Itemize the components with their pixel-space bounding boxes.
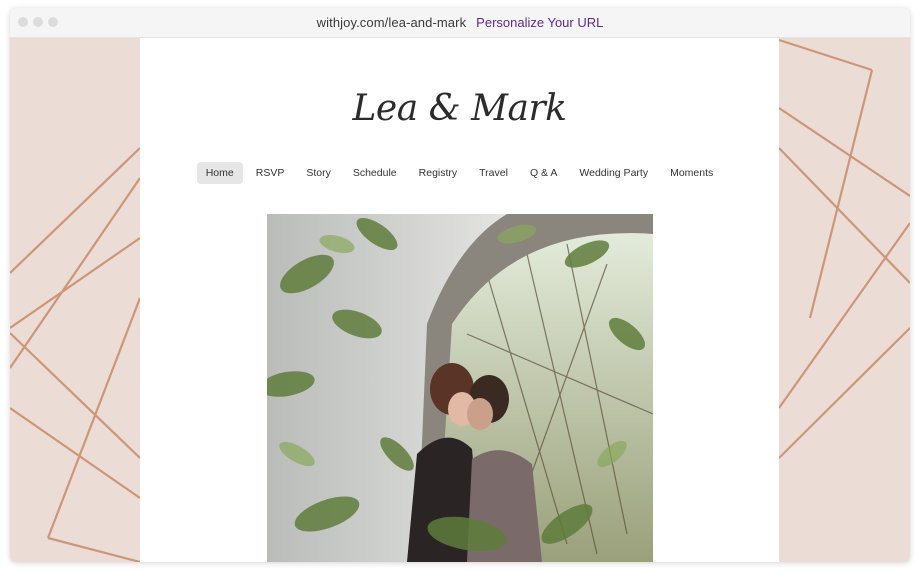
website-content-panel: Lea & Mark Home RSVP Story Schedule Regi… — [140, 38, 779, 562]
nav-story[interactable]: Story — [297, 162, 340, 184]
couple-photo-illustration — [267, 214, 653, 562]
nav-home[interactable]: Home — [196, 162, 243, 184]
window-controls — [18, 17, 58, 27]
nav-travel[interactable]: Travel — [470, 162, 517, 184]
nav-schedule[interactable]: Schedule — [344, 162, 406, 184]
bg-line — [808, 69, 874, 319]
bg-line — [778, 327, 910, 459]
bg-line — [10, 147, 141, 274]
nav-qa[interactable]: Q & A — [521, 162, 566, 184]
bg-line — [47, 536, 141, 562]
bg-line — [10, 407, 141, 499]
bg-line — [10, 177, 141, 369]
address-bar-url[interactable]: withjoy.com/lea-and-mark — [317, 15, 467, 30]
browser-window: withjoy.com/lea-and-mark Personalize You… — [10, 8, 910, 562]
nav-wedding-party[interactable]: Wedding Party — [570, 162, 657, 184]
bg-line — [10, 237, 141, 329]
couple-photo — [267, 214, 653, 562]
bg-line — [778, 38, 873, 72]
couple-title: Lea & Mark — [352, 88, 567, 129]
browser-titlebar: withjoy.com/lea-and-mark Personalize You… — [10, 8, 910, 38]
maximize-dot-icon[interactable] — [48, 17, 58, 27]
nav-moments[interactable]: Moments — [661, 162, 722, 184]
close-dot-icon[interactable] — [18, 17, 28, 27]
personalize-url-link[interactable]: Personalize Your URL — [476, 15, 603, 30]
nav-rsvp[interactable]: RSVP — [247, 162, 294, 184]
minimize-dot-icon[interactable] — [33, 17, 43, 27]
nav-registry[interactable]: Registry — [410, 162, 467, 184]
bg-line — [778, 222, 910, 409]
bg-line — [778, 147, 910, 284]
bg-line — [46, 297, 142, 539]
site-nav: Home RSVP Story Schedule Registry Travel… — [140, 162, 779, 184]
